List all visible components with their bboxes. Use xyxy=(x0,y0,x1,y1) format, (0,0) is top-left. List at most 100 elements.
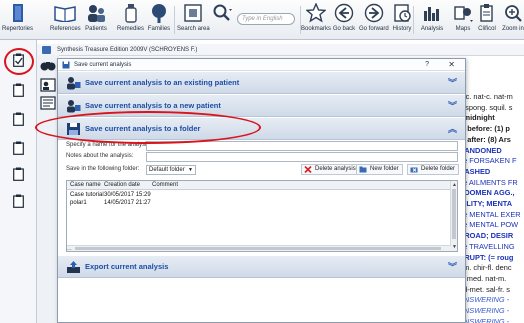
document-icon[interactable] xyxy=(13,194,24,208)
toolbar-button-search[interactable] xyxy=(210,2,236,38)
search-icon xyxy=(210,2,236,24)
delete-analysis-button[interactable]: Delete analysis xyxy=(301,164,360,175)
toolbar-button-repertories[interactable]: Repertories xyxy=(2,2,33,38)
toolbar-label: Patients xyxy=(85,26,107,32)
search-input[interactable]: Type in English xyxy=(237,13,295,25)
chevron-down-icon[interactable]: ︾ xyxy=(448,76,457,89)
toolbar-button-analysis[interactable]: Analysis xyxy=(419,2,445,38)
repertory-books-icon xyxy=(5,2,31,24)
repertory-line[interactable]: BRUPT: (= roug xyxy=(459,253,524,264)
close-button[interactable]: ✕ xyxy=(448,59,455,71)
document-icon[interactable] xyxy=(13,83,24,97)
binoculars-icon[interactable] xyxy=(40,58,56,72)
scroll-thumb[interactable] xyxy=(452,189,456,239)
repertory-line[interactable]: erc. nat-c. nat-m xyxy=(459,92,524,103)
maps-icon xyxy=(450,2,476,24)
highlight-circle xyxy=(4,48,34,75)
repertory-line[interactable]: s. med. nat-m. xyxy=(459,274,524,285)
repertory-line[interactable]: ee MENTAL EXER xyxy=(459,210,524,221)
scroll-thumb[interactable] xyxy=(75,247,441,250)
repertory-line[interactable]: BANDONED xyxy=(459,146,524,157)
repertory-line[interactable]: t. spong. squil. s xyxy=(459,103,524,114)
repertory-line[interactable]: BASHED xyxy=(459,167,524,178)
toolbar-button-zoom-in[interactable]: Zoom in xyxy=(500,2,524,38)
column-header-case-name[interactable]: Case name xyxy=(70,181,101,190)
repertory-line[interactable]: ANSWERING - xyxy=(459,306,524,317)
analysis-chart-icon xyxy=(419,2,445,24)
more-indicator: ... xyxy=(66,245,72,252)
toolbar-button-history[interactable]: History xyxy=(389,2,415,38)
repertory-line[interactable]: BROAD; DESIR xyxy=(459,231,524,242)
repertory-line[interactable]: ee TRAVELLING xyxy=(459,242,524,253)
column-header-creation-date[interactable]: Creation date xyxy=(104,181,140,190)
toolbar-button-patients[interactable]: Patients xyxy=(83,2,109,38)
scroll-down-icon[interactable]: ▼ xyxy=(452,244,457,250)
table-row[interactable]: polar1 14/05/2017 21:27 xyxy=(67,199,451,207)
chevron-down-icon[interactable]: ︾ xyxy=(448,99,457,112)
zoom-in-icon xyxy=(500,2,524,24)
highlight-circle xyxy=(35,111,261,144)
document-icon[interactable] xyxy=(13,141,24,155)
forward-arrow-icon xyxy=(361,2,387,24)
notes-icon[interactable] xyxy=(40,96,56,110)
toolbar-button-go-back[interactable]: Go back xyxy=(331,2,357,38)
chevron-up-icon[interactable]: ︽ xyxy=(448,122,457,135)
repertory-text-panel: erc. nat-c. nat-m t. spong. squil. s: mid… xyxy=(459,92,524,323)
save-in-folder-label: Save in the following folder: xyxy=(66,166,140,172)
column-header-comment[interactable]: Comment xyxy=(152,181,178,190)
repertory-line[interactable]: ee AILMENTS FR xyxy=(459,178,524,189)
toolbar-label: Go forward xyxy=(359,26,389,32)
toolbar-button-remedies[interactable]: Remedies xyxy=(117,2,144,38)
repertory-line[interactable]: bd-met. sal-fr. s xyxy=(459,285,524,296)
toolbar-label: Clificol xyxy=(478,26,496,32)
folder-panel: Specify a name for the analysis: Notes a… xyxy=(58,141,465,261)
toolbar-button-search-area[interactable]: Search area xyxy=(177,2,210,38)
toolbar-button-maps[interactable]: Maps xyxy=(450,2,476,38)
delete-folder-button[interactable]: Delete folder xyxy=(407,164,460,175)
repertory-line[interactable]: am. chir-fl. denc xyxy=(459,263,524,274)
repertory-line[interactable]: BILITY; MENTA xyxy=(459,199,524,210)
scroll-up-icon[interactable]: ▲ xyxy=(452,182,457,188)
history-icon xyxy=(389,2,415,24)
repertory-line[interactable]: s. before: (1) p xyxy=(459,124,524,135)
repertory-line[interactable]: ANSWERING - xyxy=(459,317,524,323)
patient-card-icon[interactable] xyxy=(40,78,56,92)
toolbar-button-references[interactable]: References xyxy=(50,2,81,38)
repertory-line[interactable]: s. after: (8) Ars xyxy=(459,135,524,146)
repertory-line[interactable]: ee MENTAL POW xyxy=(459,220,524,231)
repertory-line[interactable]: ANSWERING - xyxy=(459,295,524,306)
section-new-patient-label: Save current analysis to a new patient xyxy=(85,101,221,110)
toolbar-button-go-forward[interactable]: Go forward xyxy=(359,2,389,38)
toolbar-label: Remedies xyxy=(117,26,145,32)
new-folder-icon xyxy=(359,166,367,173)
section-export[interactable]: Export current analysis ︾ xyxy=(58,256,465,278)
cell-case-name: polar1 xyxy=(70,200,87,206)
section-export-label: Export current analysis xyxy=(85,262,169,271)
repertory-line[interactable]: BDOMEN AGG., xyxy=(459,188,524,199)
table-vertical-scrollbar[interactable]: ▲ ▼ xyxy=(450,181,457,251)
folder-select[interactable]: Default folder ▼ xyxy=(146,165,196,175)
tree-icon xyxy=(146,2,172,24)
repertory-line[interactable]: ee FORSAKEN F xyxy=(459,156,524,167)
toolbar-button-families[interactable]: Families xyxy=(146,2,172,38)
document-icon[interactable] xyxy=(13,112,24,126)
section-existing-patient[interactable]: Save current analysis to an existing pat… xyxy=(58,72,465,94)
inner-window-title-bar: Synthesis Treasure Edition 2009V (SCHROY… xyxy=(37,44,524,56)
app-logo-icon xyxy=(42,46,51,54)
cell-creation-date: 30/05/2017 15:29 xyxy=(104,192,151,198)
toolbar-label: References xyxy=(50,26,81,32)
new-folder-button[interactable]: New folder xyxy=(356,164,403,175)
remedy-bottle-icon xyxy=(118,2,144,24)
document-icon[interactable] xyxy=(13,167,24,181)
chevron-down-icon[interactable]: ︾ xyxy=(448,260,457,273)
analysis-notes-input[interactable] xyxy=(146,152,458,162)
toolbar-button-clificol[interactable]: Clificol xyxy=(474,2,500,38)
table-row[interactable]: Case tutorial 30/05/2017 15:29 xyxy=(67,191,451,199)
export-icon xyxy=(67,261,80,273)
repertory-line[interactable]: : midnight xyxy=(459,113,524,124)
toolbar-button-bookmarks[interactable]: Bookmarks xyxy=(301,2,331,38)
help-button[interactable]: ? xyxy=(425,59,429,71)
search-area-icon xyxy=(180,2,206,24)
table-horizontal-scrollbar[interactable] xyxy=(67,245,451,251)
existing-patient-icon xyxy=(67,77,81,90)
